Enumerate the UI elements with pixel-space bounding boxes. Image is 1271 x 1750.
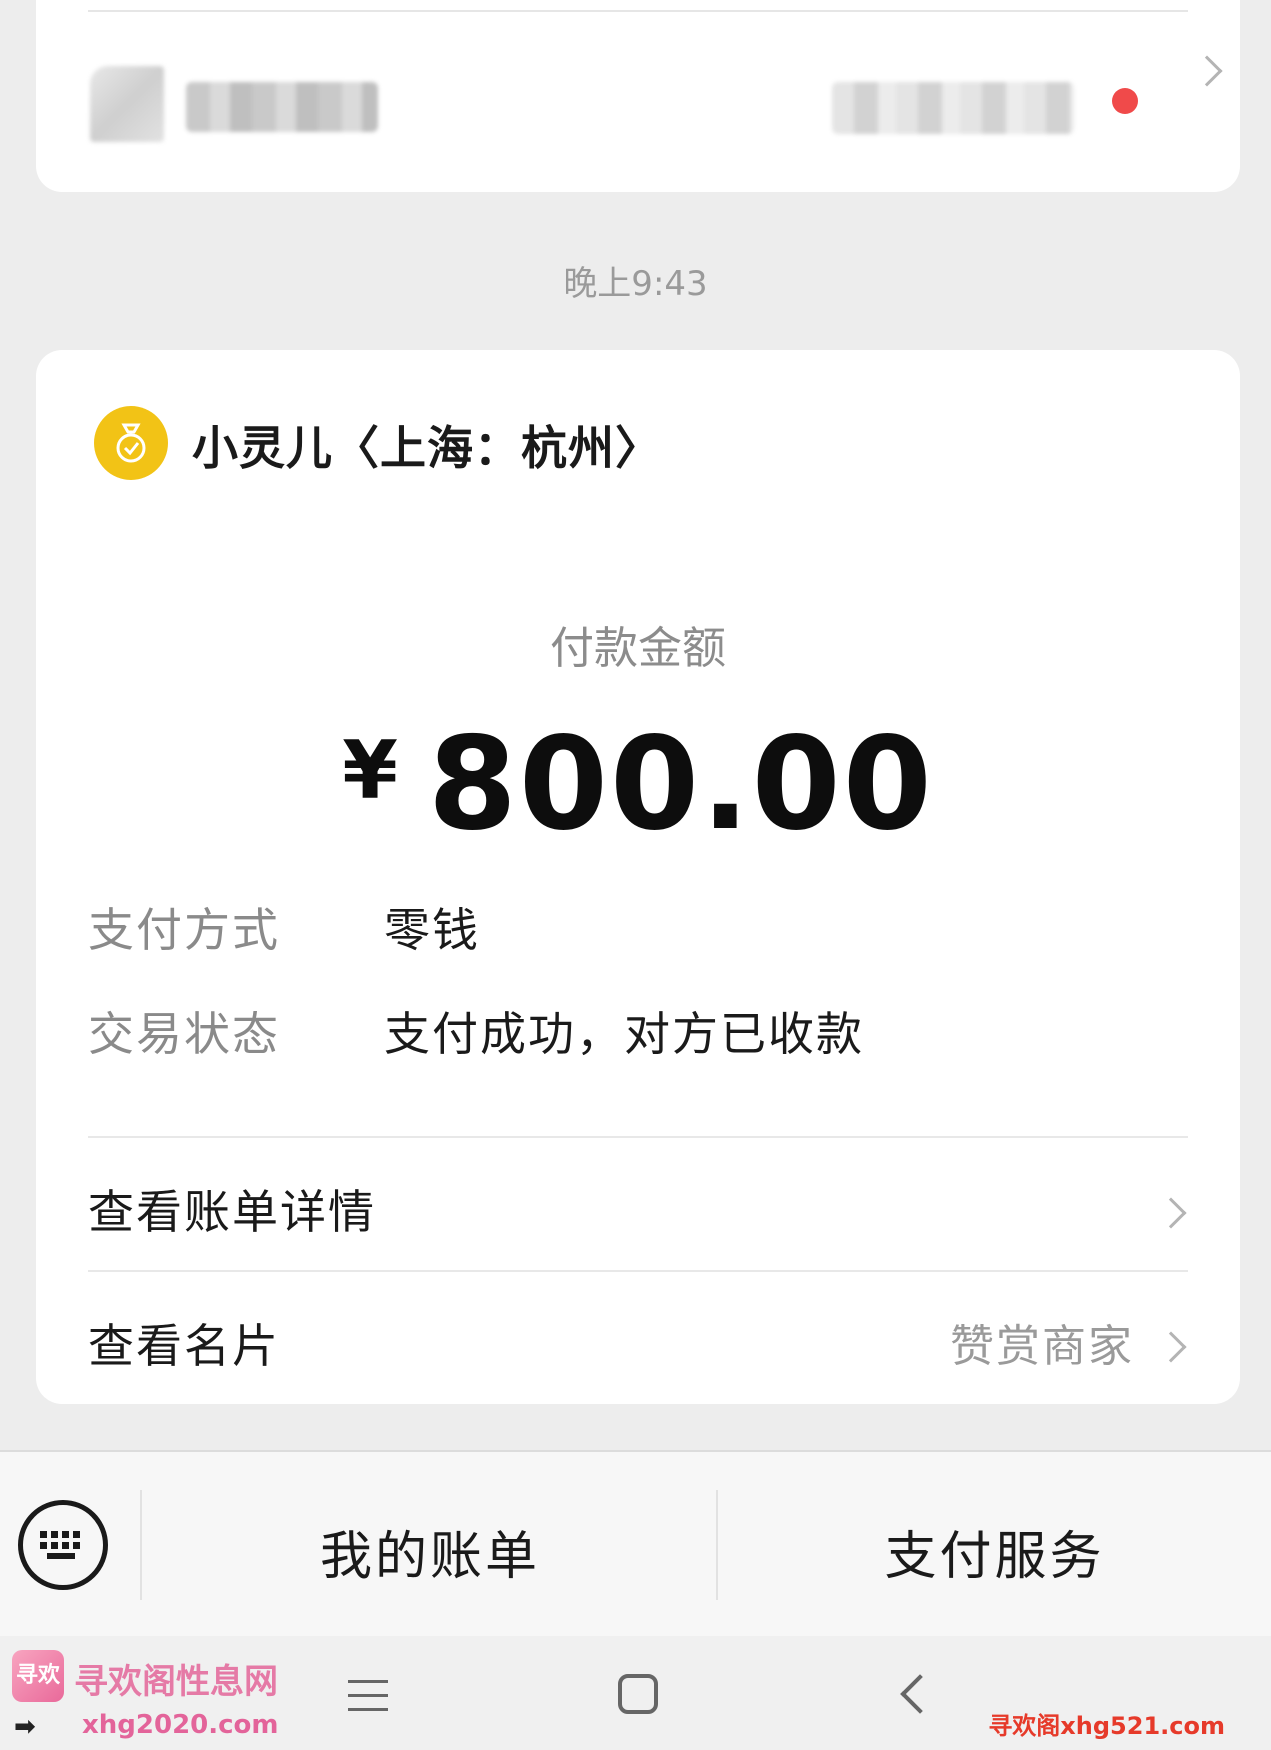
amount-label: 付款金额 [550, 623, 726, 674]
transaction-status-value: 支付成功，对方已收款 [384, 1007, 864, 1061]
arrow-icon: ➡ [14, 1712, 36, 1742]
payment-method-value: 零钱 [384, 903, 480, 957]
menu-separator [140, 1490, 142, 1600]
payment-amount: ¥800.00 [36, 710, 1240, 859]
watermark-left: 寻欢 寻欢阁性息网 ➡ xhg2020.com [10, 1648, 290, 1748]
home-square-icon[interactable] [618, 1674, 658, 1714]
watermark-title: 寻欢阁性息网 [74, 1662, 278, 1702]
transaction-status-label: 交易状态 [88, 1007, 280, 1061]
amount-value: 800.00 [427, 710, 934, 859]
message-timestamp: 晚上9:43 [563, 264, 708, 304]
my-bills-button[interactable]: 我的账单 [144, 1514, 716, 1589]
chevron-right-icon[interactable] [1191, 55, 1223, 87]
payment-card: 小灵儿〈上海：杭州〉 付款金额 ¥800.00 支付方式 零钱 交易状态 支付成… [36, 350, 1240, 1404]
blurred-detail [832, 82, 1074, 134]
merchant-name[interactable]: 小灵儿〈上海：杭州〉 [192, 412, 662, 478]
menu-lines-icon[interactable] [348, 1680, 388, 1712]
keyboard-icon[interactable] [18, 1500, 108, 1590]
row-divider [88, 1270, 1188, 1272]
notification-dot [1112, 88, 1138, 114]
currency-symbol: ¥ [342, 724, 398, 817]
card-divider [88, 10, 1188, 12]
bottom-menu-bar: 我的账单 支付服务 [0, 1450, 1271, 1636]
chevron-right-icon[interactable] [1155, 1197, 1187, 1229]
money-bag-icon [94, 406, 168, 480]
payment-method-label: 支付方式 [88, 903, 280, 957]
payment-service-button[interactable]: 支付服务 [718, 1514, 1271, 1589]
back-chevron-icon[interactable] [900, 1674, 940, 1714]
watermark-url: xhg2020.com [82, 1710, 279, 1740]
previous-message-card[interactable] [36, 0, 1240, 192]
row-divider [88, 1136, 1188, 1138]
tip-merchant-link[interactable]: 赞赏商家 [950, 1310, 1134, 1374]
watermark-logo: 寻欢 [12, 1650, 64, 1702]
view-business-card-link[interactable]: 查看名片 [88, 1310, 280, 1376]
blurred-avatar [90, 66, 164, 142]
view-bill-details-link[interactable]: 查看账单详情 [88, 1176, 376, 1242]
watermark-right: 寻欢阁xhg521.com [988, 1712, 1225, 1740]
blurred-name [186, 82, 378, 132]
chevron-right-icon[interactable] [1155, 1331, 1187, 1363]
